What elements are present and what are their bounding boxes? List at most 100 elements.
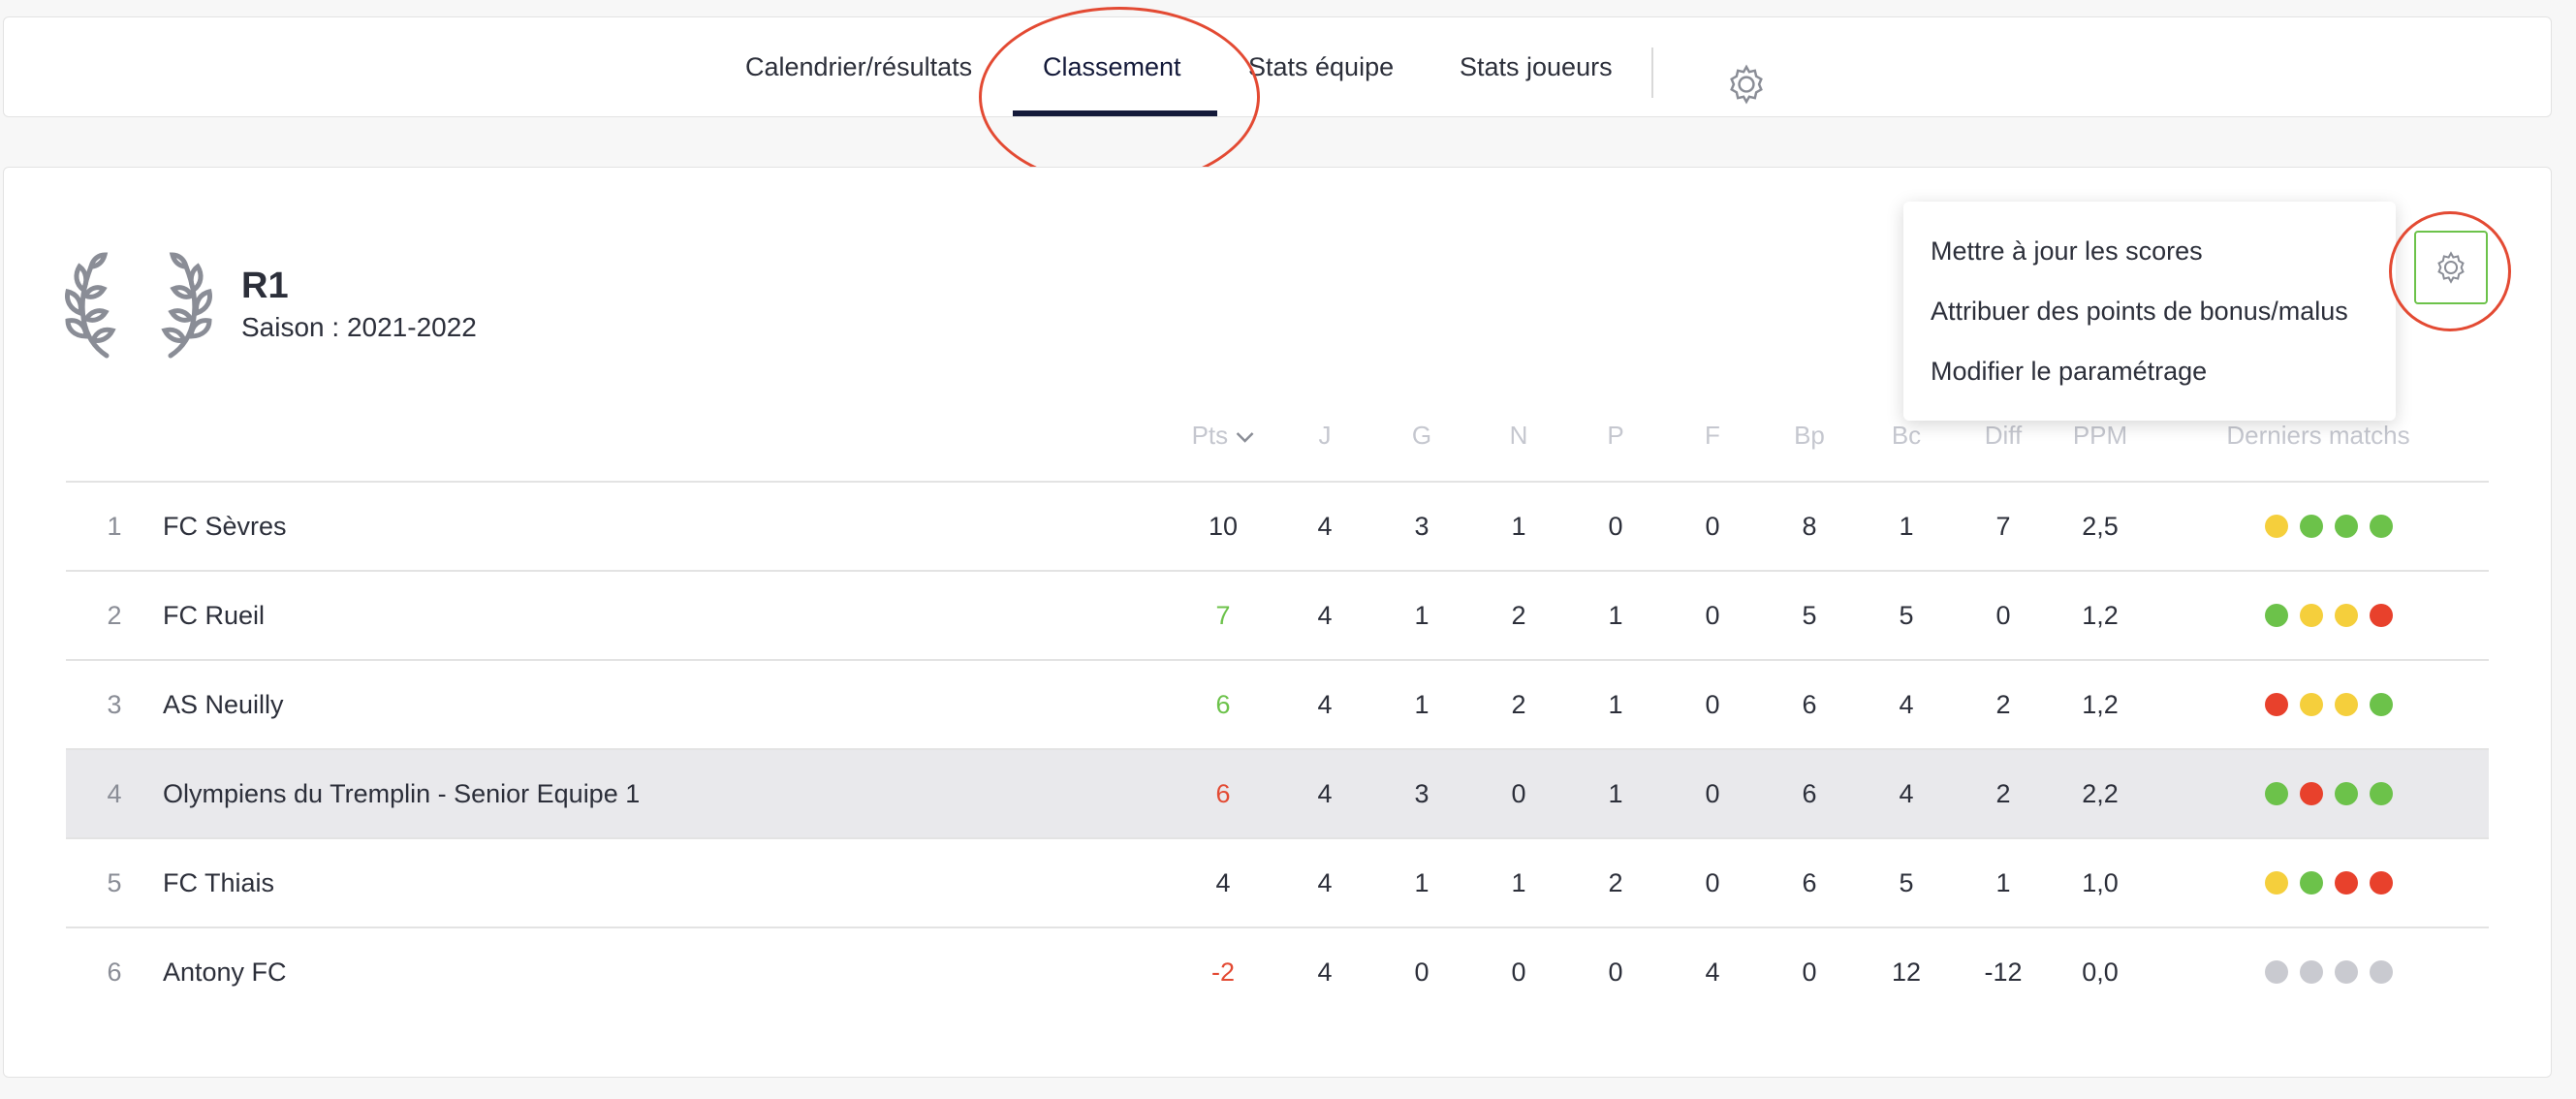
bc-cell: 1 (1899, 512, 1914, 541)
annotation-circle-tab (979, 7, 1260, 187)
result-dot-win (2370, 693, 2393, 716)
f-cell: 0 (1705, 868, 1720, 897)
diff-cell: 2 (1995, 690, 2011, 719)
result-dot-win (2370, 515, 2393, 538)
result-dot-win (2265, 782, 2288, 805)
top-nav: Calendrier/résultats Classement Stats éq… (3, 16, 2552, 117)
n-cell: 0 (1511, 779, 1526, 808)
result-dot-win (2370, 782, 2393, 805)
f-cell: 0 (1705, 779, 1720, 808)
n-cell: 1 (1511, 512, 1526, 541)
ppm-cell: 1,2 (2082, 601, 2119, 630)
j-cell: 4 (1317, 958, 1333, 987)
ppm-cell: 2,5 (2082, 512, 2119, 541)
pts-cell: 7 (1215, 601, 1231, 630)
g-cell: 1 (1414, 690, 1429, 719)
rank-cell: 4 (107, 779, 122, 808)
nav-divider (1651, 47, 1653, 98)
result-dot-draw (2335, 604, 2358, 627)
chevron-down-icon (1236, 432, 1254, 443)
menu-item-bonus-malus[interactable]: Attribuer des points de bonus/malus (1931, 297, 2348, 327)
result-dot-loss (2265, 693, 2288, 716)
result-dot-draw (2265, 871, 2288, 895)
bp-cell: 6 (1802, 779, 1817, 808)
result-dot-none (2300, 960, 2323, 984)
col-header-diff[interactable]: Diff (1985, 421, 2023, 451)
team-name[interactable]: FC Rueil (163, 572, 265, 659)
result-dot-none (2335, 960, 2358, 984)
menu-item-update-scores[interactable]: Mettre à jour les scores (1931, 236, 2203, 267)
table-row[interactable]: 5 FC Thiais 4 4 1 1 2 0 6 5 1 1,0 (66, 837, 2489, 926)
result-dot-draw (2300, 693, 2323, 716)
bc-cell: 5 (1899, 868, 1914, 897)
f-cell: 0 (1705, 690, 1720, 719)
pts-cell: 6 (1215, 779, 1231, 808)
result-dot-loss (2300, 782, 2323, 805)
col-header-f[interactable]: F (1705, 421, 1720, 451)
laurel-icon (65, 252, 212, 359)
col-header-ppm[interactable]: PPM (2073, 421, 2127, 451)
ppm-cell: 0,0 (2082, 958, 2119, 987)
p-cell: 1 (1608, 601, 1623, 630)
n-cell: 2 (1511, 690, 1526, 719)
col-header-bc[interactable]: Bc (1892, 421, 1921, 451)
ppm-cell: 1,2 (2082, 690, 2119, 719)
col-header-p[interactable]: P (1607, 421, 1623, 451)
f-cell: 0 (1705, 512, 1720, 541)
table-row[interactable]: 6 Antony FC -2 4 0 0 0 4 0 12 -12 0,0 (66, 926, 2489, 1016)
rank-cell: 1 (107, 512, 122, 541)
team-name[interactable]: FC Thiais (163, 839, 274, 926)
bp-cell: 6 (1802, 868, 1817, 897)
p-cell: 1 (1608, 690, 1623, 719)
table-row[interactable]: 4 Olympiens du Tremplin - Senior Equipe 1… (66, 748, 2489, 837)
p-cell: 0 (1608, 958, 1623, 987)
result-dot-win (2300, 871, 2323, 895)
menu-item-modify-settings[interactable]: Modifier le paramétrage (1931, 357, 2207, 387)
rank-cell: 5 (107, 868, 122, 897)
bc-cell: 4 (1899, 779, 1914, 808)
p-cell: 2 (1608, 868, 1623, 897)
diff-cell: 1 (1995, 868, 2011, 897)
team-name[interactable]: AS Neuilly (163, 661, 284, 748)
tab-stats-equipe[interactable]: Stats équipe (1248, 17, 1394, 116)
col-header-j[interactable]: J (1319, 421, 1332, 451)
competition-name: R1 (241, 266, 289, 306)
p-cell: 0 (1608, 512, 1623, 541)
col-header-pts[interactable]: Pts (1192, 421, 1255, 451)
result-dot-win (2335, 515, 2358, 538)
result-dot-loss (2335, 871, 2358, 895)
result-dot-none (2370, 960, 2393, 984)
pts-cell: 4 (1215, 868, 1231, 897)
j-cell: 4 (1317, 779, 1333, 808)
col-header-bp[interactable]: Bp (1794, 421, 1825, 451)
table-row[interactable]: 1 FC Sèvres 10 4 3 1 0 0 8 1 7 2,5 (66, 481, 2489, 570)
table-row[interactable]: 3 AS Neuilly 6 4 1 2 1 0 6 4 2 1,2 (66, 659, 2489, 748)
g-cell: 1 (1414, 868, 1429, 897)
diff-cell: -12 (1984, 958, 2023, 987)
team-name[interactable]: FC Sèvres (163, 483, 287, 570)
annotation-circle-settings (2389, 211, 2511, 331)
pts-cell: 10 (1208, 512, 1239, 541)
j-cell: 4 (1317, 868, 1333, 897)
g-cell: 3 (1414, 512, 1429, 541)
rank-cell: 3 (107, 690, 122, 719)
gear-icon[interactable] (1720, 58, 1773, 110)
result-dot-none (2265, 960, 2288, 984)
j-cell: 4 (1317, 601, 1333, 630)
col-header-g[interactable]: G (1412, 421, 1431, 451)
pts-cell: -2 (1210, 958, 1236, 987)
n-cell: 1 (1511, 868, 1526, 897)
bc-cell: 12 (1891, 958, 1922, 987)
result-dot-draw (2300, 604, 2323, 627)
tab-calendrier[interactable]: Calendrier/résultats (745, 17, 972, 116)
table-row[interactable]: 2 FC Rueil 7 4 1 2 1 0 5 5 0 1,2 (66, 570, 2489, 659)
col-header-n[interactable]: N (1510, 421, 1528, 451)
team-name[interactable]: Olympiens du Tremplin - Senior Equipe 1 (163, 750, 640, 837)
tab-stats-joueurs[interactable]: Stats joueurs (1460, 17, 1613, 116)
settings-dropdown-menu: Mettre à jour les scores Attribuer des p… (1903, 202, 2396, 421)
team-name[interactable]: Antony FC (163, 928, 287, 1016)
bp-cell: 8 (1802, 512, 1817, 541)
bc-cell: 4 (1899, 690, 1914, 719)
col-header-pts-label: Pts (1191, 421, 1229, 450)
bp-cell: 0 (1802, 958, 1817, 987)
